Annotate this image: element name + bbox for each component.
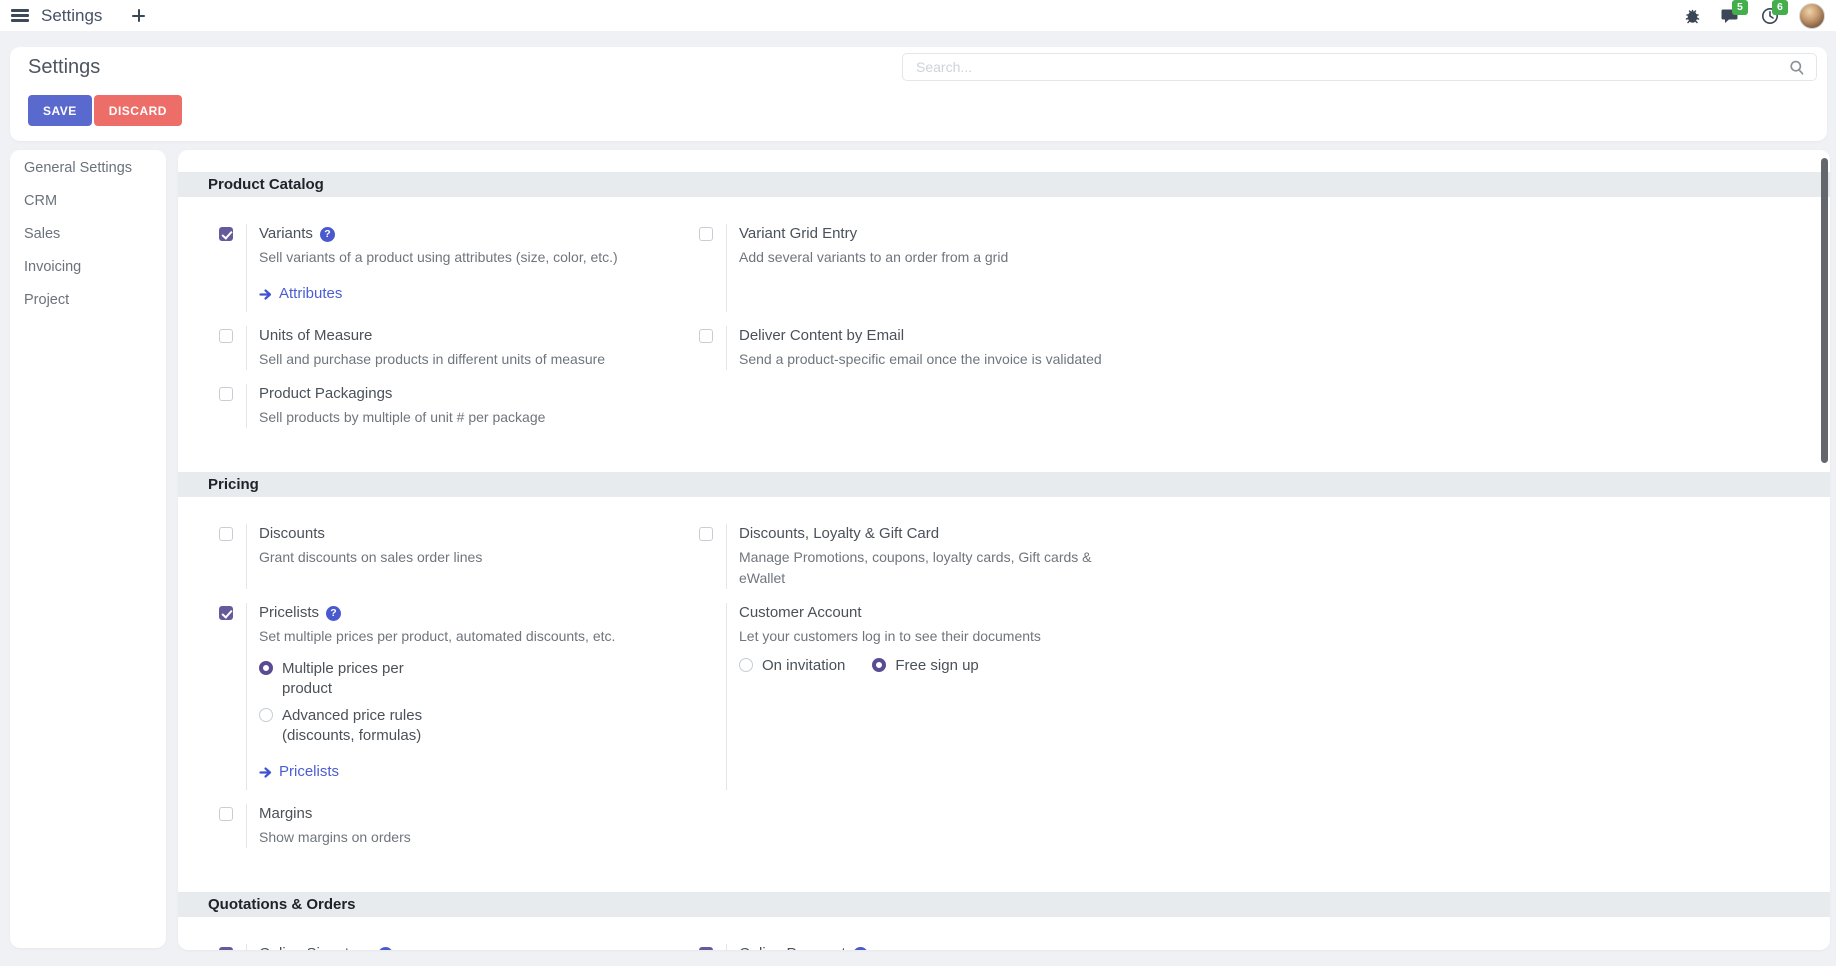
checkbox-spacer bbox=[699, 603, 713, 790]
attributes-link[interactable]: Attributes bbox=[259, 284, 699, 304]
user-avatar[interactable] bbox=[1799, 3, 1825, 29]
product-packagings-label: Product Packagings bbox=[259, 384, 392, 404]
units-of-measure-label: Units of Measure bbox=[259, 326, 372, 346]
discounts-label: Discounts bbox=[259, 524, 325, 544]
activity-badge: 6 bbox=[1772, 0, 1788, 15]
bug-icon[interactable] bbox=[1684, 7, 1701, 24]
app-title: Settings bbox=[41, 6, 102, 26]
setting-discounts: Discounts Grant discounts on sales order… bbox=[219, 524, 699, 589]
setting-margins: Margins Show margins on orders bbox=[219, 804, 699, 848]
pricelists-checkbox[interactable] bbox=[219, 606, 233, 620]
setting-units-of-measure: Units of Measure Sell and purchase produ… bbox=[219, 326, 699, 370]
help-icon: ? bbox=[326, 606, 341, 621]
radio-button[interactable] bbox=[259, 708, 273, 722]
variants-label: Variants bbox=[259, 224, 313, 244]
hamburger-menu-icon[interactable] bbox=[11, 7, 29, 25]
search-input[interactable] bbox=[903, 54, 1816, 80]
radio-button[interactable] bbox=[739, 658, 753, 672]
setting-row: Pricelists ? Set multiple prices per pro… bbox=[178, 603, 1830, 790]
top-navbar: Settings 5 6 bbox=[0, 0, 1836, 31]
deliver-content-by-email-checkbox[interactable] bbox=[699, 329, 713, 343]
vertical-scrollbar[interactable] bbox=[1821, 158, 1828, 463]
activity-clock-icon[interactable]: 6 bbox=[1761, 7, 1779, 25]
sidebar-item-crm[interactable]: CRM bbox=[10, 184, 166, 217]
sidebar-item-invoicing[interactable]: Invoicing bbox=[10, 250, 166, 283]
customer-account-label: Customer Account bbox=[739, 603, 862, 623]
messages-badge: 5 bbox=[1732, 0, 1748, 15]
online-signature-checkbox[interactable] bbox=[219, 947, 233, 950]
help-icon: ? bbox=[320, 227, 335, 242]
setting-product-packagings: Product Packagings Sell products by mult… bbox=[219, 384, 699, 428]
radio-multiple-prices-per-product[interactable]: Multiple prices per product bbox=[259, 659, 699, 699]
radio-button[interactable] bbox=[872, 658, 886, 672]
pricelists-label: Pricelists bbox=[259, 603, 319, 623]
sidebar-item-project[interactable]: Project bbox=[10, 283, 166, 316]
discounts-checkbox[interactable] bbox=[219, 527, 233, 541]
radio-free-sign-up[interactable]: Free sign up bbox=[872, 656, 978, 676]
deliver-content-by-email-label: Deliver Content by Email bbox=[739, 326, 904, 346]
discounts-loyalty-gift-card-desc: Manage Promotions, coupons, loyalty card… bbox=[739, 547, 1137, 589]
setting-deliver-content-by-email: Deliver Content by Email Send a product-… bbox=[699, 326, 1179, 370]
page-title: Settings bbox=[28, 56, 100, 79]
pricelists-link[interactable]: Pricelists bbox=[259, 762, 699, 782]
settings-header-panel: Settings SAVE DISCARD bbox=[10, 47, 1827, 141]
discard-button[interactable]: DISCARD bbox=[94, 95, 182, 126]
setting-row: Discounts Grant discounts on sales order… bbox=[178, 524, 1830, 589]
setting-online-signature: Online Signature ? Request an online sig… bbox=[219, 944, 699, 950]
discounts-loyalty-gift-card-checkbox[interactable] bbox=[699, 527, 713, 541]
settings-content: Product Catalog Variants ? Sell variants… bbox=[178, 150, 1830, 950]
variant-grid-entry-desc: Add several variants to an order from a … bbox=[739, 247, 1137, 268]
search-icon[interactable] bbox=[1789, 60, 1805, 81]
variants-desc: Sell variants of a product using attribu… bbox=[259, 247, 689, 268]
setting-row: Online Signature ? Request an online sig… bbox=[178, 944, 1830, 950]
section-header-pricing: Pricing bbox=[178, 472, 1830, 497]
section-header-quotations-orders: Quotations & Orders bbox=[178, 892, 1830, 917]
discounts-loyalty-gift-card-label: Discounts, Loyalty & Gift Card bbox=[739, 524, 939, 544]
radio-on-invitation[interactable]: On invitation bbox=[739, 656, 845, 676]
setting-discounts-loyalty-gift-card: Discounts, Loyalty & Gift Card Manage Pr… bbox=[699, 524, 1179, 589]
pricelists-desc: Set multiple prices per product, automat… bbox=[259, 626, 689, 647]
setting-variant-grid-entry: Variant Grid Entry Add several variants … bbox=[699, 224, 1179, 312]
arrow-right-icon bbox=[259, 766, 272, 779]
radio-button[interactable] bbox=[259, 661, 273, 675]
setting-row: Units of Measure Sell and purchase produ… bbox=[178, 326, 1830, 370]
setting-row: Margins Show margins on orders bbox=[178, 804, 1830, 848]
variant-grid-entry-checkbox[interactable] bbox=[699, 227, 713, 241]
deliver-content-by-email-desc: Send a product-specific email once the i… bbox=[739, 349, 1137, 370]
radio-advanced-price-rules[interactable]: Advanced price rules (discounts, formula… bbox=[259, 706, 699, 746]
setting-variants: Variants ? Sell variants of a product us… bbox=[219, 224, 699, 312]
help-icon: ? bbox=[378, 947, 393, 951]
save-button[interactable]: SAVE bbox=[28, 95, 92, 126]
setting-customer-account: Customer Account Let your customers log … bbox=[699, 603, 1179, 790]
units-of-measure-checkbox[interactable] bbox=[219, 329, 233, 343]
sidebar-item-sales[interactable]: Sales bbox=[10, 217, 166, 250]
online-payment-checkbox[interactable] bbox=[699, 947, 713, 950]
setting-row: Product Packagings Sell products by mult… bbox=[178, 384, 1830, 428]
setting-online-payment: Online Payment ? Request an online payme… bbox=[699, 944, 1179, 950]
product-packagings-checkbox[interactable] bbox=[219, 387, 233, 401]
online-payment-label: Online Payment bbox=[739, 944, 846, 950]
margins-desc: Show margins on orders bbox=[259, 827, 689, 848]
customer-account-desc: Let your customers log in to see their d… bbox=[739, 626, 1137, 647]
online-signature-label: Online Signature bbox=[259, 944, 371, 950]
variant-grid-entry-label: Variant Grid Entry bbox=[739, 224, 857, 244]
messages-icon[interactable]: 5 bbox=[1721, 7, 1741, 25]
sidebar-item-general-settings[interactable]: General Settings bbox=[10, 151, 166, 184]
margins-label: Margins bbox=[259, 804, 312, 824]
units-of-measure-desc: Sell and purchase products in different … bbox=[259, 349, 689, 370]
setting-pricelists: Pricelists ? Set multiple prices per pro… bbox=[219, 603, 699, 790]
search-box bbox=[902, 53, 1817, 81]
discounts-desc: Grant discounts on sales order lines bbox=[259, 547, 689, 568]
product-packagings-desc: Sell products by multiple of unit # per … bbox=[259, 407, 689, 428]
settings-sidebar: General Settings CRM Sales Invoicing Pro… bbox=[10, 150, 166, 948]
section-header-product-catalog: Product Catalog bbox=[178, 172, 1830, 197]
variants-checkbox[interactable] bbox=[219, 227, 233, 241]
plus-icon[interactable] bbox=[132, 9, 145, 22]
setting-row: Variants ? Sell variants of a product us… bbox=[178, 224, 1830, 312]
margins-checkbox[interactable] bbox=[219, 807, 233, 821]
help-icon: ? bbox=[853, 947, 868, 951]
arrow-right-icon bbox=[259, 288, 272, 301]
